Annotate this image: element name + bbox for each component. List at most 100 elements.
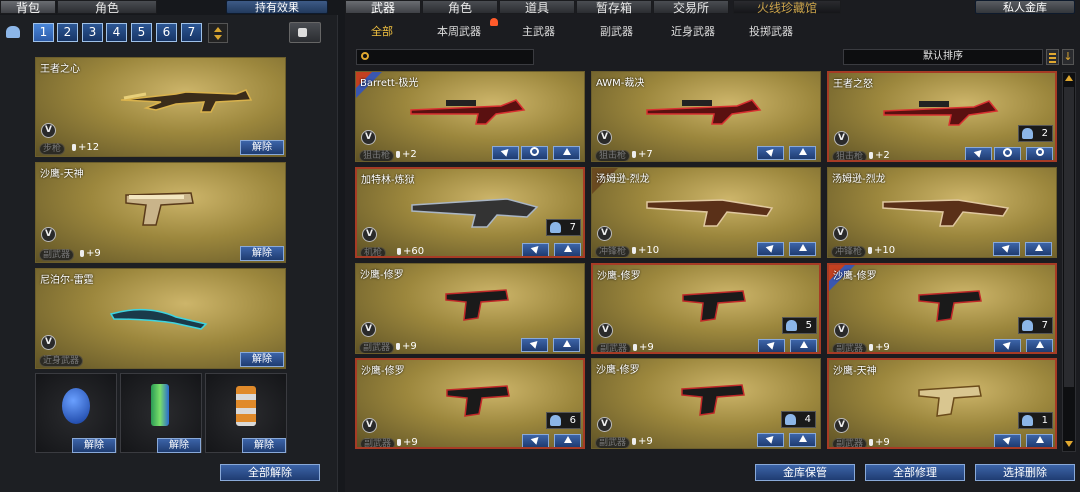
weapon-card[interactable]: Barrett-极光 V 狙击枪 +2: [355, 71, 585, 162]
weapon-card[interactable]: 汤姆逊-烈龙 V 冲锋枪 +10: [591, 167, 821, 258]
scrollbar[interactable]: [1062, 72, 1076, 452]
chevron-down-icon[interactable]: [214, 35, 222, 40]
weapon-card[interactable]: 沙鹰-天神 V 副武器 +9 1: [827, 358, 1057, 449]
equip-button[interactable]: [1025, 242, 1052, 256]
enhance-button[interactable]: [757, 242, 784, 256]
tab-storage[interactable]: 暂存箱: [576, 0, 652, 15]
equip-button[interactable]: [554, 243, 581, 256]
scroll-thumb[interactable]: [1064, 87, 1074, 387]
search-input[interactable]: [356, 49, 534, 65]
equipped-slot-melee[interactable]: 尼泊尔-雷霆 V 近身武器 解除: [35, 268, 286, 369]
subtab-melee[interactable]: 近身武器: [671, 23, 715, 39]
chevron-up-icon[interactable]: [214, 27, 222, 32]
arrow-up-icon: [798, 244, 807, 251]
arrow-up-icon: [563, 245, 572, 252]
unequip-button[interactable]: 解除: [72, 438, 116, 453]
unequip-all-button[interactable]: 全部解除: [220, 464, 320, 481]
enhance-icon: [397, 439, 401, 446]
subtab-secondary[interactable]: 副武器: [600, 23, 633, 39]
stack-icon: [550, 415, 561, 426]
throwable-slot-2[interactable]: 解除: [120, 373, 202, 453]
vault-store-button[interactable]: 金库保管: [755, 464, 855, 481]
enhance-button[interactable]: [965, 147, 992, 160]
weapon-card[interactable]: 沙鹰-修罗 V 副武器 +9 4: [591, 358, 821, 449]
tab-weapons[interactable]: 武器: [345, 0, 421, 15]
subtab-all[interactable]: 全部: [371, 23, 393, 39]
page-5-button[interactable]: 5: [131, 23, 152, 42]
enhance-button[interactable]: [994, 434, 1021, 447]
equip-button[interactable]: [1026, 339, 1053, 352]
page-2-button[interactable]: 2: [57, 23, 78, 42]
equip-button[interactable]: [554, 434, 581, 447]
enhance-button[interactable]: [994, 339, 1021, 352]
weapon-card[interactable]: 沙鹰-修罗 V 副武器 +9 5: [591, 263, 821, 354]
equip-button[interactable]: [790, 339, 817, 352]
equip-button[interactable]: [789, 242, 816, 256]
throwable-slot-3[interactable]: 解除: [205, 373, 287, 453]
sort-dropdown[interactable]: 默认排序: [843, 49, 1043, 65]
weapon-card[interactable]: AWM-裁决 V 狙击枪 +7: [591, 71, 821, 162]
page-stepper[interactable]: [208, 23, 228, 43]
weapon-card[interactable]: 加特林-炼狱 V 机枪 +60 7: [355, 167, 585, 258]
equip-button[interactable]: [553, 146, 580, 160]
settings-button[interactable]: [521, 146, 548, 160]
equip-button[interactable]: [553, 338, 580, 352]
list-view-icon[interactable]: [1046, 49, 1059, 65]
weapon-name: 沙鹰-修罗: [361, 366, 405, 377]
weapon-card[interactable]: 沙鹰-修罗 V 副武器 +9 7: [827, 263, 1057, 354]
subtab-throwable[interactable]: 投掷武器: [749, 23, 793, 39]
equip-button[interactable]: [789, 433, 816, 447]
sort-order-icon[interactable]: ↓: [1062, 49, 1074, 65]
wrench-icon: [500, 146, 511, 157]
scroll-down-icon[interactable]: [1065, 441, 1073, 447]
throwable-slot-1[interactable]: 解除: [35, 373, 117, 453]
unequip-button[interactable]: 解除: [240, 140, 284, 155]
arrow-up-icon: [563, 436, 572, 443]
select-delete-button[interactable]: 选择删除: [975, 464, 1075, 481]
scroll-up-icon[interactable]: [1065, 75, 1073, 81]
equip-button[interactable]: [1026, 434, 1053, 447]
enhance-level: +60: [397, 246, 424, 256]
weapon-card[interactable]: 汤姆逊-烈龙 V 冲锋枪 +10: [827, 167, 1057, 258]
page-4-button[interactable]: 4: [106, 23, 127, 42]
holding-effect-button[interactable]: 持有效果: [226, 0, 328, 14]
page-3-button[interactable]: 3: [82, 23, 103, 42]
tab-items[interactable]: 道具: [499, 0, 575, 15]
weapon-card[interactable]: 王者之怒 V 狙击枪 +2 2: [827, 71, 1057, 162]
unequip-button[interactable]: 解除: [157, 438, 201, 453]
weapon-card[interactable]: 沙鹰-修罗 V 副武器 +9: [355, 263, 585, 354]
enhance-button[interactable]: [757, 433, 784, 447]
weapon-card[interactable]: 沙鹰-修罗 V 副武器 +9 6: [355, 358, 585, 449]
equipped-slot-primary[interactable]: 王者之心 V 步枪 +12 解除: [35, 57, 286, 157]
subtab-primary[interactable]: 主武器: [522, 23, 555, 39]
repair-all-button[interactable]: 全部修理: [865, 464, 965, 481]
enhance-button[interactable]: [522, 243, 549, 256]
enhance-button[interactable]: [492, 146, 519, 160]
unequip-button[interactable]: 解除: [242, 438, 286, 453]
page-6-button[interactable]: 6: [156, 23, 177, 42]
tab-collection[interactable]: 火线珍藏馆: [733, 0, 841, 15]
tab-characters[interactable]: 角色: [422, 0, 498, 15]
settings-button[interactable]: [994, 147, 1021, 160]
equip-button[interactable]: [789, 146, 816, 160]
subtab-weekly[interactable]: 本周武器: [437, 23, 481, 39]
page-1-button[interactable]: 1: [33, 23, 54, 42]
enhance-button[interactable]: [757, 146, 784, 160]
transfer-button[interactable]: [289, 22, 321, 43]
unequip-button[interactable]: 解除: [240, 352, 284, 367]
private-vault-button[interactable]: 私人金库: [975, 0, 1075, 14]
tab-character[interactable]: 角色: [57, 0, 157, 15]
equipped-slot-secondary[interactable]: 沙鹰-天神 V 副武器 +9 解除: [35, 162, 286, 263]
page-7-button[interactable]: 7: [181, 23, 202, 42]
enhance-button[interactable]: [993, 242, 1020, 256]
v-badge-icon: V: [361, 322, 376, 337]
stack-icon: [550, 222, 561, 233]
tab-backpack[interactable]: 背包: [0, 0, 56, 15]
weapon-icon: [446, 385, 510, 417]
tab-exchange[interactable]: 交易所: [653, 0, 729, 15]
enhance-button[interactable]: [522, 434, 549, 447]
enhance-button[interactable]: [758, 339, 785, 352]
inspect-button[interactable]: [1026, 147, 1053, 160]
unequip-button[interactable]: 解除: [240, 246, 284, 261]
enhance-button[interactable]: [521, 338, 548, 352]
